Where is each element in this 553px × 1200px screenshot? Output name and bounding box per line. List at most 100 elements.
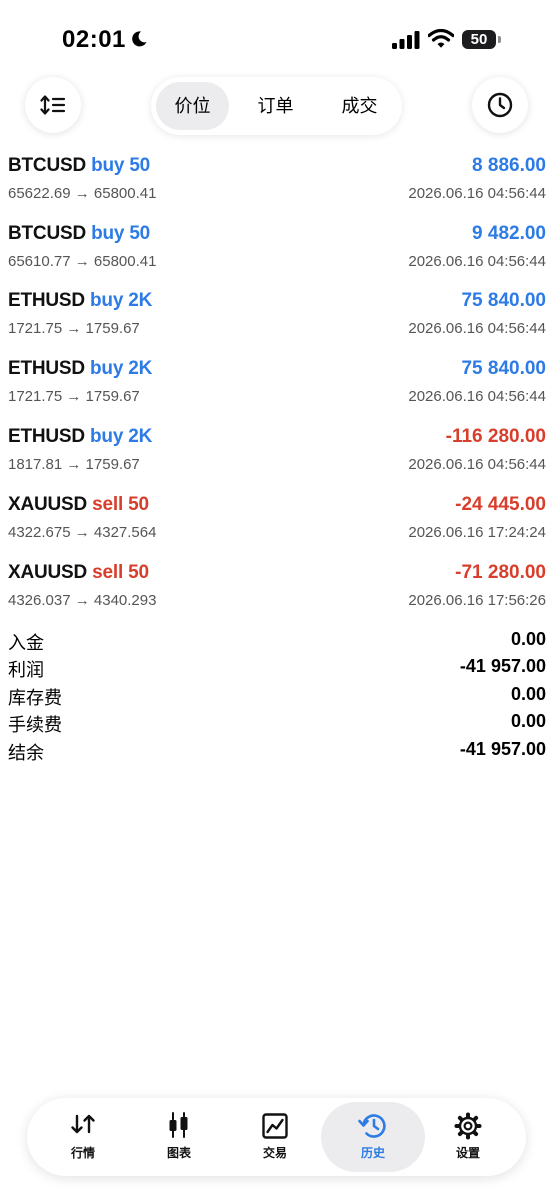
trade-profit: 75 840.00: [461, 358, 546, 379]
tab-deals[interactable]: 成交: [323, 82, 396, 130]
tab-icon-wrap: [321, 1112, 425, 1140]
chart-icon: [169, 1112, 188, 1138]
status-time: 02:01: [62, 26, 126, 53]
trade-row[interactable]: XAUUSD sell 50 4322.675 → 4327.564 -24 4…: [8, 494, 546, 554]
trade-row[interactable]: ETHUSD buy 2K 1817.81 → 1759.67 -116 280…: [8, 426, 546, 486]
summary-label: 结余: [8, 743, 44, 763]
trade-prices: 1817.81 → 1759.67: [8, 456, 140, 473]
tab-icon-wrap: [227, 1112, 323, 1140]
trade-side: buy 50: [91, 223, 151, 244]
trade-row[interactable]: BTCUSD buy 50 65610.77 → 65800.41 9 482.…: [8, 223, 546, 283]
tab-label: 历史: [360, 1146, 385, 1160]
trade-icon: [262, 1113, 288, 1139]
trade-row[interactable]: ETHUSD buy 2K 1721.75 → 1759.67 75 840.0…: [8, 290, 546, 350]
trade-profit: -116 280.00: [445, 426, 546, 447]
trade-profit: -24 445.00: [455, 494, 546, 515]
summary-profit: 利润 -41 957.00: [8, 656, 546, 683]
trade-time: 2026.06.16 04:56:44: [408, 320, 546, 337]
sort-arrows-icon: [40, 95, 66, 115]
settings-icon: [454, 1112, 482, 1140]
trade-row[interactable]: XAUUSD sell 50 4326.037 → 4340.293 -71 2…: [8, 562, 546, 622]
battery-level: 50: [470, 31, 488, 48]
summary-label: 利润: [8, 660, 44, 680]
period-button[interactable]: [472, 77, 528, 133]
trade-side: sell 50: [92, 562, 149, 583]
trade-symbol: BTCUSD: [8, 155, 86, 176]
tab-history[interactable]: 历史: [321, 1102, 425, 1172]
trade-side: buy 50: [91, 155, 151, 176]
cellular-signal-icon: [392, 31, 420, 49]
tab-chart[interactable]: 图表: [131, 1102, 227, 1172]
moon-icon: [132, 31, 147, 47]
tab-icon-wrap: [35, 1112, 131, 1140]
trade-title: XAUUSD sell 50: [8, 494, 149, 516]
trade-prices: 65610.77 → 65800.41: [8, 253, 157, 270]
trade-symbol: BTCUSD: [8, 223, 86, 244]
trade-title: BTCUSD buy 50: [8, 223, 150, 245]
summary-value: -41 957.00: [459, 739, 546, 759]
summary-value: 0.00: [510, 711, 546, 731]
trade-title: ETHUSD buy 2K: [8, 358, 152, 380]
sort-button[interactable]: [25, 77, 81, 133]
trade-time: 2026.06.16 04:56:44: [408, 185, 546, 202]
trade-time: 2026.06.16 04:56:44: [408, 388, 546, 405]
summary-value: 0.00: [510, 684, 546, 704]
trade-side: buy 2K: [90, 290, 153, 311]
bottom-tab-bar: 行情 图表 交易 历史 设置: [27, 1098, 526, 1176]
tab-positions[interactable]: 价位: [156, 82, 229, 130]
trade-symbol: ETHUSD: [8, 358, 85, 379]
tab-label: 行情: [70, 1146, 95, 1160]
summary-label: 入金: [8, 633, 44, 653]
clock-icon: [487, 92, 513, 118]
summary-value: -41 957.00: [459, 656, 546, 676]
trade-time: 2026.06.16 04:56:44: [408, 253, 546, 270]
tab-icon-wrap: [131, 1112, 227, 1140]
trade-prices: 1721.75 → 1759.67: [8, 388, 140, 405]
trade-profit: 9 482.00: [472, 223, 546, 244]
trade-prices: 65622.69 → 65800.41: [8, 185, 157, 202]
trade-time: 2026.06.16 04:56:44: [408, 456, 546, 473]
tab-quotes[interactable]: 行情: [35, 1102, 131, 1172]
trade-profit: -71 280.00: [455, 562, 546, 583]
tab-settings[interactable]: 设置: [420, 1102, 516, 1172]
trade-title: ETHUSD buy 2K: [8, 426, 152, 448]
tab-label: 图表: [166, 1146, 191, 1160]
trade-side: buy 2K: [90, 358, 153, 379]
summary-label: 库存费: [8, 688, 62, 708]
trade-title: BTCUSD buy 50: [8, 155, 150, 177]
trade-profit: 75 840.00: [461, 290, 546, 311]
trade-time: 2026.06.16 17:56:26: [408, 592, 546, 609]
trade-side: sell 50: [92, 494, 149, 515]
status-bar: 02:01 50: [0, 0, 553, 80]
summary-deposit: 入金 0.00: [8, 629, 546, 656]
trade-profit: 8 886.00: [472, 155, 546, 176]
tab-label: 交易: [262, 1146, 287, 1160]
trade-symbol: ETHUSD: [8, 426, 85, 447]
summary-balance: 结余 -41 957.00: [8, 739, 546, 766]
trade-time: 2026.06.16 17:24:24: [408, 524, 546, 541]
trade-symbol: XAUUSD: [8, 494, 88, 515]
wifi-icon: [428, 29, 454, 48]
battery-cap: [498, 36, 501, 43]
tab-icon-wrap: [420, 1112, 516, 1140]
summary-swap: 库存费 0.00: [8, 684, 546, 711]
trade-row[interactable]: ETHUSD buy 2K 1721.75 → 1759.67 75 840.0…: [8, 358, 546, 418]
trade-symbol: ETHUSD: [8, 290, 85, 311]
summary-commission: 手续费 0.00: [8, 711, 546, 738]
tab-label: 设置: [455, 1146, 480, 1160]
segmented-control: 价位 订单 成交: [151, 77, 402, 135]
battery-icon: 50: [462, 30, 496, 49]
history-icon: [358, 1114, 386, 1138]
trade-symbol: XAUUSD: [8, 562, 88, 583]
quotes-icon: [71, 1114, 95, 1134]
summary-value: 0.00: [510, 629, 546, 649]
trade-prices: 4322.675 → 4327.564: [8, 524, 157, 541]
trade-prices: 4326.037 → 4340.293: [8, 592, 157, 609]
trade-title: ETHUSD buy 2K: [8, 290, 152, 312]
tab-trade[interactable]: 交易: [227, 1102, 323, 1172]
trade-prices: 1721.75 → 1759.67: [8, 320, 140, 337]
tab-orders[interactable]: 订单: [239, 82, 312, 130]
summary-label: 手续费: [8, 715, 62, 735]
trade-row[interactable]: BTCUSD buy 50 65622.69 → 65800.41 8 886.…: [8, 155, 546, 215]
trade-title: XAUUSD sell 50: [8, 562, 149, 584]
